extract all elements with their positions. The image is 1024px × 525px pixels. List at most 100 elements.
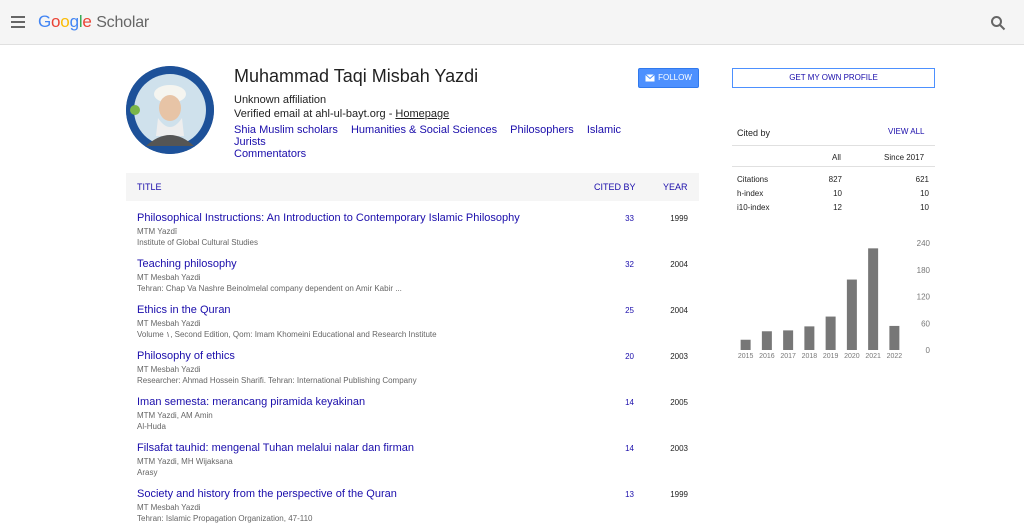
article-cited-by[interactable]: 33 <box>596 214 634 223</box>
article-title[interactable]: Ethics in the Quran <box>137 304 231 316</box>
y-tick-label: 60 <box>921 319 930 328</box>
stat-all: 10 <box>833 189 842 198</box>
article-year: 2005 <box>670 398 688 407</box>
article-year: 2004 <box>670 306 688 315</box>
article-cited-by[interactable]: 32 <box>596 260 634 269</box>
stat-since: 10 <box>920 203 929 212</box>
article-venue: Volume ۱, Second Edition, Qom: Imam Khom… <box>137 330 437 339</box>
stats-row: h-index 10 10 <box>737 189 929 201</box>
menu-icon[interactable] <box>11 16 25 28</box>
table-row: Filsafat tauhid: mengenal Tuhan melalui … <box>126 442 699 486</box>
article-title[interactable]: Filsafat tauhid: mengenal Tuhan melalui … <box>137 442 414 454</box>
stat-label: h-index <box>737 189 764 198</box>
article-venue: Arasy <box>137 468 158 477</box>
x-tick-label: 2015 <box>738 353 754 360</box>
chart-bar[interactable] <box>868 248 879 350</box>
interest-link[interactable]: Commentators <box>234 148 306 160</box>
get-my-own-profile-button[interactable]: GET MY OWN PROFILE <box>732 68 935 88</box>
x-tick-label: 2016 <box>759 353 775 360</box>
x-tick-label: 2020 <box>844 353 860 360</box>
homepage-link[interactable]: Homepage <box>395 108 449 120</box>
interest-link[interactable]: Philosophers <box>510 124 574 136</box>
article-authors: MT Mesbah Yazdi <box>137 503 201 512</box>
avatar <box>126 66 214 154</box>
stats-row: i10-index 12 10 <box>737 203 929 215</box>
x-tick-label: 2019 <box>823 353 839 360</box>
article-title[interactable]: Society and history from the perspective… <box>137 488 397 500</box>
x-tick-label: 2018 <box>802 353 818 360</box>
logo-scholar-text: Scholar <box>96 14 150 31</box>
chart-bar[interactable] <box>740 339 751 350</box>
chart-bar[interactable] <box>783 330 794 350</box>
stat-all: 12 <box>833 203 842 212</box>
x-tick-label: 2022 <box>887 353 903 360</box>
stat-all: 827 <box>828 175 842 184</box>
chart-bar[interactable] <box>761 331 772 350</box>
article-title[interactable]: Iman semesta: merancang piramida keyakin… <box>137 396 365 408</box>
article-year: 1999 <box>670 490 688 499</box>
table-row: Society and history from the perspective… <box>126 488 699 525</box>
article-cited-by[interactable]: 13 <box>596 490 634 499</box>
table-row: Philosophy of ethics MT Mesbah Yazdi Res… <box>126 350 699 394</box>
y-tick-label: 240 <box>917 239 931 248</box>
article-cited-by[interactable]: 14 <box>596 398 634 407</box>
article-year: 1999 <box>670 214 688 223</box>
verified-email-text: Verified email at ahl-ul-bayt.org - <box>234 108 396 120</box>
divider <box>732 145 935 146</box>
cited-by-heading: Cited by <box>737 128 771 138</box>
research-interests: Shia Muslim scholars Humanities & Social… <box>234 124 654 160</box>
follow-button[interactable]: FOLLOW <box>638 68 699 88</box>
stats-row: Citations 827 621 <box>737 175 929 187</box>
google-scholar-logo[interactable]: Google Scholar <box>38 12 149 32</box>
article-year: 2004 <box>670 260 688 269</box>
affiliation: Unknown affiliation <box>234 94 327 106</box>
article-title[interactable]: Philosophical Instructions: An Introduct… <box>137 212 520 224</box>
article-venue: Tehran: Islamic Propagation Organization… <box>137 514 313 523</box>
x-tick-label: 2017 <box>780 353 796 360</box>
profile-name: Muhammad Taqi Misbah Yazdi <box>234 66 479 86</box>
chart-bar[interactable] <box>889 325 900 350</box>
stat-label: Citations <box>737 175 769 184</box>
view-all-link[interactable]: VIEW ALL <box>888 127 924 136</box>
column-year[interactable]: YEAR <box>663 182 688 192</box>
article-authors: MTM Yazdi, AM Amin <box>137 411 213 420</box>
search-icon[interactable] <box>990 15 1006 31</box>
article-title[interactable]: Philosophy of ethics <box>137 350 235 362</box>
x-tick-label: 2021 <box>865 353 881 360</box>
table-row: Ethics in the Quran MT Mesbah Yazdi Volu… <box>126 304 699 348</box>
stat-since: 10 <box>920 189 929 198</box>
stats-column-since: Since 2017 <box>884 153 925 162</box>
citations-bar-chart: 0 60 120 180 240 2015 2016 2017 2018 2019 2020 2021… <box>738 239 931 360</box>
stats-column-all: All <box>832 153 841 162</box>
article-authors: MTM Yazdī <box>137 227 178 236</box>
article-year: 2003 <box>670 444 688 453</box>
mail-icon <box>645 74 655 82</box>
verified-email: Verified email at ahl-ul-bayt.org - Home… <box>234 108 449 120</box>
follow-label: FOLLOW <box>658 73 692 82</box>
column-cited-by[interactable]: CITED BY <box>594 182 636 192</box>
chart-bar[interactable] <box>825 316 836 350</box>
article-title[interactable]: Teaching philosophy <box>137 258 237 270</box>
chart-bar[interactable] <box>846 279 857 350</box>
article-authors: MT Mesbah Yazdi <box>137 319 201 328</box>
interest-link[interactable]: Shia Muslim scholars <box>234 124 338 136</box>
article-authors: MT Mesbah Yazdi <box>137 273 201 282</box>
articles-table-header: TITLE CITED BY YEAR <box>126 173 699 201</box>
y-tick-label: 120 <box>917 293 931 302</box>
article-venue: Tehran: Chap Va Nashre Beinolmelal compa… <box>137 284 402 293</box>
table-row: Teaching philosophy MT Mesbah Yazdi Tehr… <box>126 258 699 302</box>
top-bar: Google Scholar <box>0 0 1024 45</box>
article-cited-by[interactable]: 14 <box>596 444 634 453</box>
article-authors: MT Mesbah Yazdi <box>137 365 201 374</box>
divider <box>732 166 935 167</box>
column-title[interactable]: TITLE <box>137 182 162 192</box>
chart-bar[interactable] <box>804 326 815 350</box>
y-tick-label: 0 <box>926 346 931 355</box>
article-cited-by[interactable]: 25 <box>596 306 634 315</box>
interest-link[interactable]: Humanities & Social Sciences <box>351 124 497 136</box>
article-cited-by[interactable]: 20 <box>596 352 634 361</box>
stat-label: i10-index <box>737 203 770 212</box>
table-row: Iman semesta: merancang piramida keyakin… <box>126 396 699 440</box>
article-venue: Institute of Global Cultural Studies <box>137 238 258 247</box>
article-venue: Al-Huda <box>137 422 166 431</box>
